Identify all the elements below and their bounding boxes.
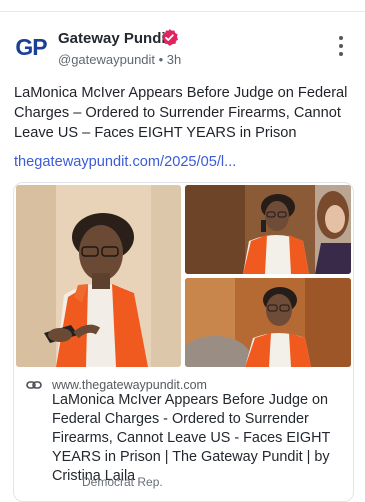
post-text: LaMonica McIver Appears Before Judge on … [14,85,348,141]
card-caption: Democrat Rep. [82,475,163,489]
post-link[interactable]: thegatewaypundit.com/2025/05/l... [14,154,236,170]
preview-image-top-right [185,185,351,274]
card-domain: www.thegatewaypundit.com [52,378,207,392]
more-vertical-icon[interactable] [333,34,349,58]
handle-and-timestamp[interactable]: @gatewaypundit • 3h [58,52,181,67]
preview-image-bottom-right [185,278,351,367]
link-chain-icon [26,381,42,389]
link-preview-card[interactable]: www.thegatewaypundit.com LaMonica McIver… [13,182,354,502]
author-name[interactable]: Gateway Pundit [58,30,171,47]
avatar-logo-text: GP [15,33,47,60]
post: GP Gateway Pundit @gatewaypundit • 3h La… [0,12,365,502]
avatar[interactable]: GP [14,30,48,64]
preview-image-main [16,185,181,367]
card-title[interactable]: LaMonica McIver Appears Before Judge on … [52,391,346,486]
verified-badge-icon [162,29,179,46]
